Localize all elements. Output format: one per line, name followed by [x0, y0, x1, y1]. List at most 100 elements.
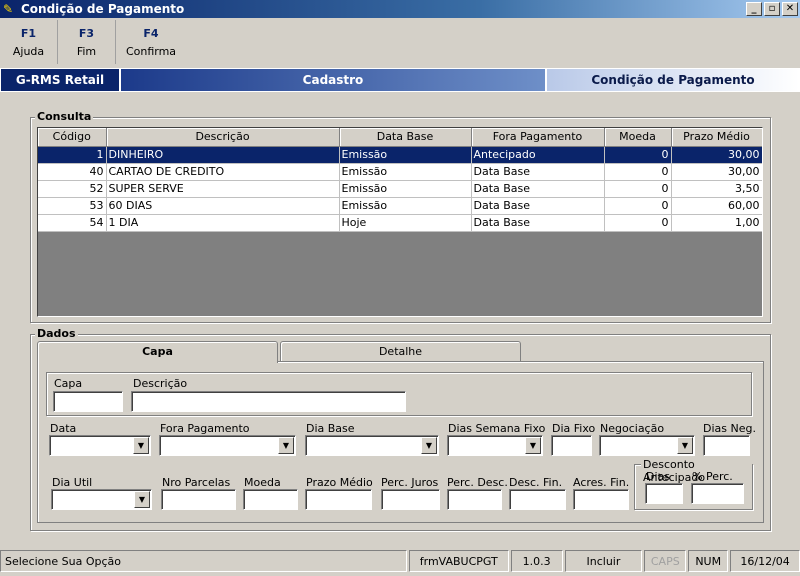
dia-fixo-input[interactable]	[551, 435, 592, 456]
status-mode: Incluir	[564, 550, 643, 572]
descricao-label: Descrição	[133, 377, 188, 390]
col-header-fora-pagamento[interactable]: Fora Pagamento	[471, 128, 605, 147]
nro-parcelas-label: Nro Parcelas	[162, 476, 231, 489]
cell-descricao: 60 DIAS	[106, 197, 340, 215]
cell-descricao: SUPER SERVE	[106, 180, 340, 198]
consulta-legend: Consulta	[35, 110, 94, 123]
module-name: Cadastro	[120, 68, 546, 92]
cell-codigo: 1	[38, 146, 107, 164]
consulta-grid[interactable]: Código Descrição Data Base Fora Pagament…	[37, 127, 763, 317]
chevron-down-icon[interactable]: ▼	[677, 437, 693, 454]
status-message: Selecione Sua Opção	[0, 550, 407, 572]
perc-juros-label: Perc. Juros	[381, 476, 439, 489]
dia-base-select[interactable]: ▼	[305, 435, 439, 456]
col-header-descricao[interactable]: Descrição	[106, 128, 340, 147]
fkey-code: F3	[78, 26, 95, 40]
status-version: 1.0.3	[510, 550, 563, 572]
prazo-medio-input[interactable]	[305, 489, 372, 510]
descricao-input[interactable]	[131, 391, 406, 412]
table-row[interactable]: 52 SUPER SERVE Emissão Data Base 0 3,50	[38, 180, 762, 198]
table-row[interactable]: 1 DINHEIRO Emissão Antecipado 0 30,00	[38, 146, 762, 164]
cell-codigo: 53	[38, 197, 107, 215]
perc-input[interactable]	[691, 483, 744, 504]
col-header-moeda[interactable]: Moeda	[604, 128, 672, 147]
f1-help-button[interactable]: F1 Ajuda	[0, 20, 58, 64]
fkey-code: F1	[20, 26, 37, 40]
fkey-label: Fim	[76, 44, 97, 58]
cell-codigo: 40	[38, 163, 107, 181]
dias-input[interactable]	[645, 483, 683, 504]
tab-capa[interactable]: Capa	[37, 341, 278, 363]
restore-button[interactable]: ▫	[764, 2, 780, 16]
header-banner: G-RMS Retail Cadastro Condição de Pagame…	[0, 68, 800, 92]
cell-descricao: DINHEIRO	[106, 146, 340, 164]
cell-prazo-medio: 1,00	[671, 214, 762, 232]
capa-input[interactable]	[53, 391, 123, 412]
function-key-toolbar: F1 Ajuda F3 Fim F4 Confirma	[0, 20, 800, 66]
chevron-down-icon[interactable]: ▼	[134, 491, 150, 508]
f3-exit-button[interactable]: F3 Fim	[58, 20, 116, 64]
cell-fora-pagamento: Data Base	[471, 163, 605, 181]
col-header-data-base[interactable]: Data Base	[339, 128, 472, 147]
window-controls: _ ▫ ✕	[746, 2, 798, 16]
prazo-medio-label: Prazo Médio	[306, 476, 373, 489]
minimize-button[interactable]: _	[746, 2, 762, 16]
close-button[interactable]: ✕	[782, 2, 798, 16]
dias-semana-fixo-label: Dias Semana Fixo	[448, 422, 546, 435]
cell-moeda: 0	[604, 214, 672, 232]
data-select[interactable]: ▼	[49, 435, 151, 456]
cell-codigo: 54	[38, 214, 107, 232]
f4-confirm-button[interactable]: F4 Confirma	[116, 20, 186, 64]
fkey-code: F4	[143, 26, 159, 40]
dia-util-label: Dia Util	[52, 476, 93, 489]
chevron-down-icon[interactable]: ▼	[525, 437, 541, 454]
negociacao-select[interactable]: ▼	[599, 435, 695, 456]
table-row[interactable]: 40 CARTAO DE CREDITO Emissão Data Base 0…	[38, 163, 762, 181]
data-label: Data	[50, 422, 77, 435]
chevron-down-icon[interactable]: ▼	[421, 437, 437, 454]
nro-parcelas-input[interactable]	[161, 489, 236, 510]
desc-fin-label: Desc. Fin.	[509, 476, 563, 489]
dias-neg-input[interactable]	[703, 435, 750, 456]
table-row[interactable]: 53 60 DIAS Emissão Data Base 0 60,00	[38, 197, 762, 215]
dias-neg-label: Dias Neg.	[703, 422, 756, 435]
cell-moeda: 0	[604, 180, 672, 198]
screen-name: Condição de Pagamento	[546, 68, 800, 92]
cell-prazo-medio: 30,00	[671, 163, 762, 181]
acres-fin-label: Acres. Fin.	[573, 476, 630, 489]
cell-fora-pagamento: Data Base	[471, 214, 605, 232]
moeda-label: Moeda	[244, 476, 281, 489]
cell-prazo-medio: 60,00	[671, 197, 762, 215]
col-header-codigo[interactable]: Código	[38, 128, 107, 147]
cell-moeda: 0	[604, 163, 672, 181]
cell-prazo-medio: 3,50	[671, 180, 762, 198]
cell-descricao: CARTAO DE CREDITO	[106, 163, 340, 181]
fora-pagamento-select[interactable]: ▼	[159, 435, 296, 456]
app-name: G-RMS Retail	[0, 68, 120, 92]
consulta-table: Código Descrição Data Base Fora Pagament…	[38, 128, 762, 232]
app-pen-icon: ✎	[3, 2, 14, 16]
cell-fora-pagamento: Data Base	[471, 197, 605, 215]
acres-fin-input[interactable]	[573, 489, 629, 510]
dia-fixo-label: Dia Fixo	[552, 422, 596, 435]
capa-label: Capa	[54, 377, 83, 390]
col-header-prazo-medio[interactable]: Prazo Médio	[671, 128, 762, 147]
status-caps: CAPS	[644, 550, 687, 572]
desc-fin-input[interactable]	[509, 489, 566, 510]
perc-desc-input[interactable]	[447, 489, 502, 510]
table-row[interactable]: 54 1 DIA Hoje Data Base 0 1,00	[38, 214, 762, 232]
perc-juros-input[interactable]	[381, 489, 440, 510]
cell-data-base: Emissão	[339, 163, 472, 181]
chevron-down-icon[interactable]: ▼	[278, 437, 294, 454]
cell-codigo: 52	[38, 180, 107, 198]
status-bar: Selecione Sua Opção frmVABUCPGT 1.0.3 In…	[0, 548, 800, 574]
cell-descricao: 1 DIA	[106, 214, 340, 232]
dia-util-select[interactable]: ▼	[51, 489, 152, 510]
fkey-label: Ajuda	[12, 44, 45, 58]
tab-detalhe[interactable]: Detalhe	[280, 341, 521, 362]
dias-label: Dias	[646, 470, 670, 483]
chevron-down-icon[interactable]: ▼	[133, 437, 149, 454]
moeda-input[interactable]	[243, 489, 298, 510]
dias-semana-fixo-select[interactable]: ▼	[447, 435, 543, 456]
cell-data-base: Emissão	[339, 180, 472, 198]
